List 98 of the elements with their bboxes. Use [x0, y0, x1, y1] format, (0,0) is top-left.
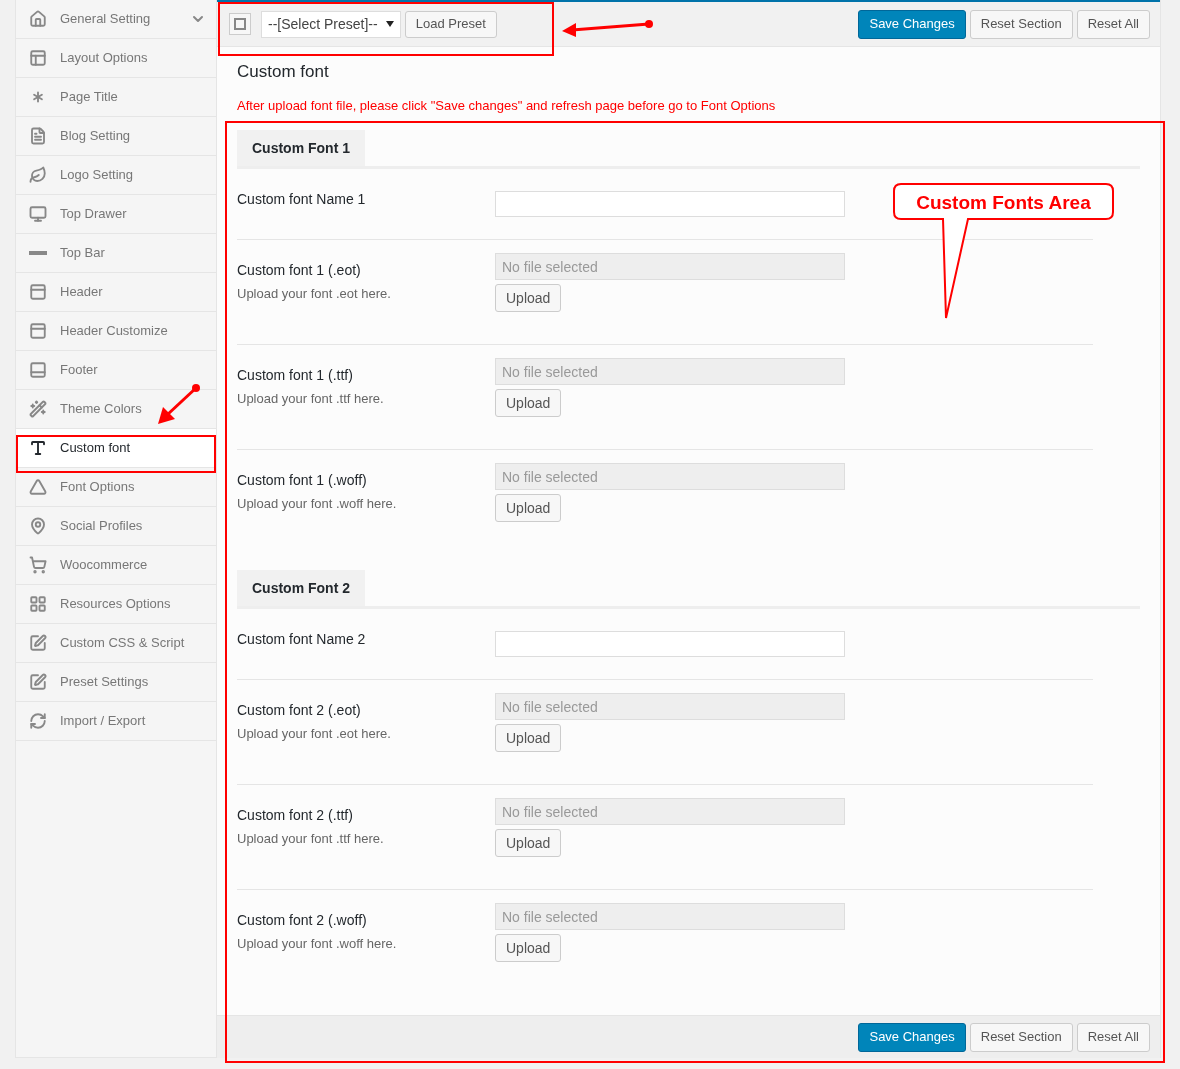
sidebar-item[interactable]: General Setting [16, 0, 216, 39]
sidebar-item[interactable]: Font Options [16, 468, 216, 507]
field-label: Custom font 2 (.woff) [237, 912, 368, 928]
sidebar-item[interactable]: Custom CSS & Script [16, 624, 216, 663]
magic-wand-icon [29, 400, 47, 418]
sidebar-label: Layout Options [60, 49, 149, 68]
sidebar-label: Blog Setting [60, 127, 132, 146]
upload-button[interactable]: Upload [495, 829, 562, 857]
field-label: Custom font 1 (.ttf) [237, 367, 354, 383]
field-description: Upload your font .eot here. [237, 726, 392, 742]
sidebar-label: Import / Export [60, 712, 147, 731]
field-description: Upload your font .ttf here. [237, 831, 385, 847]
field-label: Custom font 2 (.ttf) [237, 807, 354, 823]
sidebar-label: Page Title [60, 88, 119, 107]
monitor-icon [29, 205, 47, 223]
field-label: Custom font Name 2 [237, 631, 367, 647]
sidebar-label: General Setting [60, 10, 152, 29]
edit-icon [29, 673, 47, 691]
save-button[interactable]: Save Changes [858, 9, 966, 39]
sidebar-item[interactable]: Blog Setting [16, 117, 216, 156]
file-path-field[interactable]: No file selected [495, 798, 845, 825]
sidebar-item[interactable]: Resources Options [16, 585, 216, 624]
upload-button[interactable]: Upload [495, 284, 562, 312]
sidebar-label: Logo Setting [60, 166, 134, 185]
sidebar-label: Preset Settings [60, 673, 150, 692]
preset-select[interactable]: --[Select Preset]-- [261, 10, 401, 38]
grid-icon [29, 595, 47, 613]
field-description: Upload your font .eot here. [237, 286, 392, 302]
layout-icon [29, 49, 47, 67]
sidebar-item[interactable]: Custom font [16, 429, 216, 468]
sidebar-label: Header [60, 283, 104, 302]
file-path-field[interactable]: No file selected [495, 253, 845, 280]
reset-button[interactable]: Reset Section [969, 1022, 1073, 1052]
file-path-field[interactable]: No file selected [495, 693, 845, 720]
cart-icon [29, 556, 47, 574]
field-description: Upload your font .woff here. [237, 936, 398, 952]
refresh-icon [29, 712, 47, 730]
sidebar-item[interactable]: Woocommerce [16, 546, 216, 585]
house-icon [29, 10, 47, 28]
text-icon [29, 439, 47, 457]
sidebar-label: Social Profiles [60, 517, 144, 536]
sidebar-label: Woocommerce [60, 556, 149, 575]
sidebar-label: Footer [60, 361, 99, 380]
document-icon [29, 127, 47, 145]
arrow-drawing [155, 383, 201, 427]
panel-icon [29, 322, 47, 340]
preset-icon[interactable] [229, 13, 251, 35]
group-tab[interactable]: Custom Font 2 [237, 570, 365, 606]
sidebar-label: Font Options [60, 478, 136, 497]
pin-icon [29, 517, 47, 535]
sidebar-label: Top Drawer [60, 205, 128, 224]
sidebar-label: Top Bar [60, 244, 106, 263]
upload-button[interactable]: Upload [495, 494, 562, 522]
sidebar-item[interactable]: Layout Options [16, 39, 216, 78]
notice-text: After upload font file, please click "Save changes" and refresh page before go to Font Options [237, 98, 777, 114]
sidebar-item[interactable]: Header [16, 273, 216, 312]
sidebar-label: Header Customize [60, 322, 169, 341]
field-description: Upload your font .ttf here. [237, 391, 385, 407]
sidebar-label: Theme Colors [60, 400, 143, 419]
field-label: Custom font Name 1 [237, 191, 367, 207]
sidebar-item[interactable]: Import / Export [16, 702, 216, 741]
caret-icon [385, 21, 394, 27]
sidebar-item[interactable]: Social Profiles [16, 507, 216, 546]
save-button[interactable]: Save Changes [858, 1022, 966, 1052]
callout-text: Custom Fonts Area [915, 191, 1092, 215]
field-label: Custom font 1 (.eot) [237, 262, 362, 278]
sidebar-item[interactable]: Logo Setting [16, 156, 216, 195]
reset-button[interactable]: Reset All [1076, 1022, 1150, 1052]
sidebar-label: Custom font [60, 439, 132, 458]
upload-button[interactable]: Upload [495, 724, 562, 752]
reset-button[interactable]: Reset Section [969, 9, 1073, 39]
field-description: Upload your font .woff here. [237, 496, 398, 512]
text-input-field[interactable] [495, 631, 845, 657]
field-label: Custom font 1 (.woff) [237, 472, 368, 488]
minus-icon [29, 251, 47, 255]
edit-icon [29, 634, 47, 652]
reset-button[interactable]: Reset All [1076, 9, 1150, 39]
upload-button[interactable]: Upload [495, 389, 562, 417]
field-label: Custom font 2 (.eot) [237, 702, 362, 718]
sidebar-item[interactable]: Preset Settings [16, 663, 216, 702]
sidebar-item[interactable]: Header Customize [16, 312, 216, 351]
sidebar-label: Resources Options [60, 595, 172, 614]
section-title: Custom font [237, 61, 330, 83]
upload-button[interactable]: Upload [495, 934, 562, 962]
panel-icon [29, 283, 47, 301]
group-tab[interactable]: Custom Font 1 [237, 130, 365, 166]
load-preset-button[interactable]: Load Preset [404, 10, 497, 38]
panel-icon [29, 361, 47, 379]
leaf-icon [29, 166, 47, 184]
sidebar-item[interactable]: Page Title [16, 78, 216, 117]
sidebar-item[interactable]: Top Bar [16, 234, 216, 273]
sidebar-label: Custom CSS & Script [60, 634, 186, 653]
file-path-field[interactable]: No file selected [495, 358, 845, 385]
file-path-field[interactable]: No file selected [495, 463, 845, 490]
file-path-field[interactable]: No file selected [495, 903, 845, 930]
text-input-field[interactable] [495, 191, 845, 217]
sidebar-item[interactable]: Top Drawer [16, 195, 216, 234]
triangle-icon [29, 478, 47, 496]
